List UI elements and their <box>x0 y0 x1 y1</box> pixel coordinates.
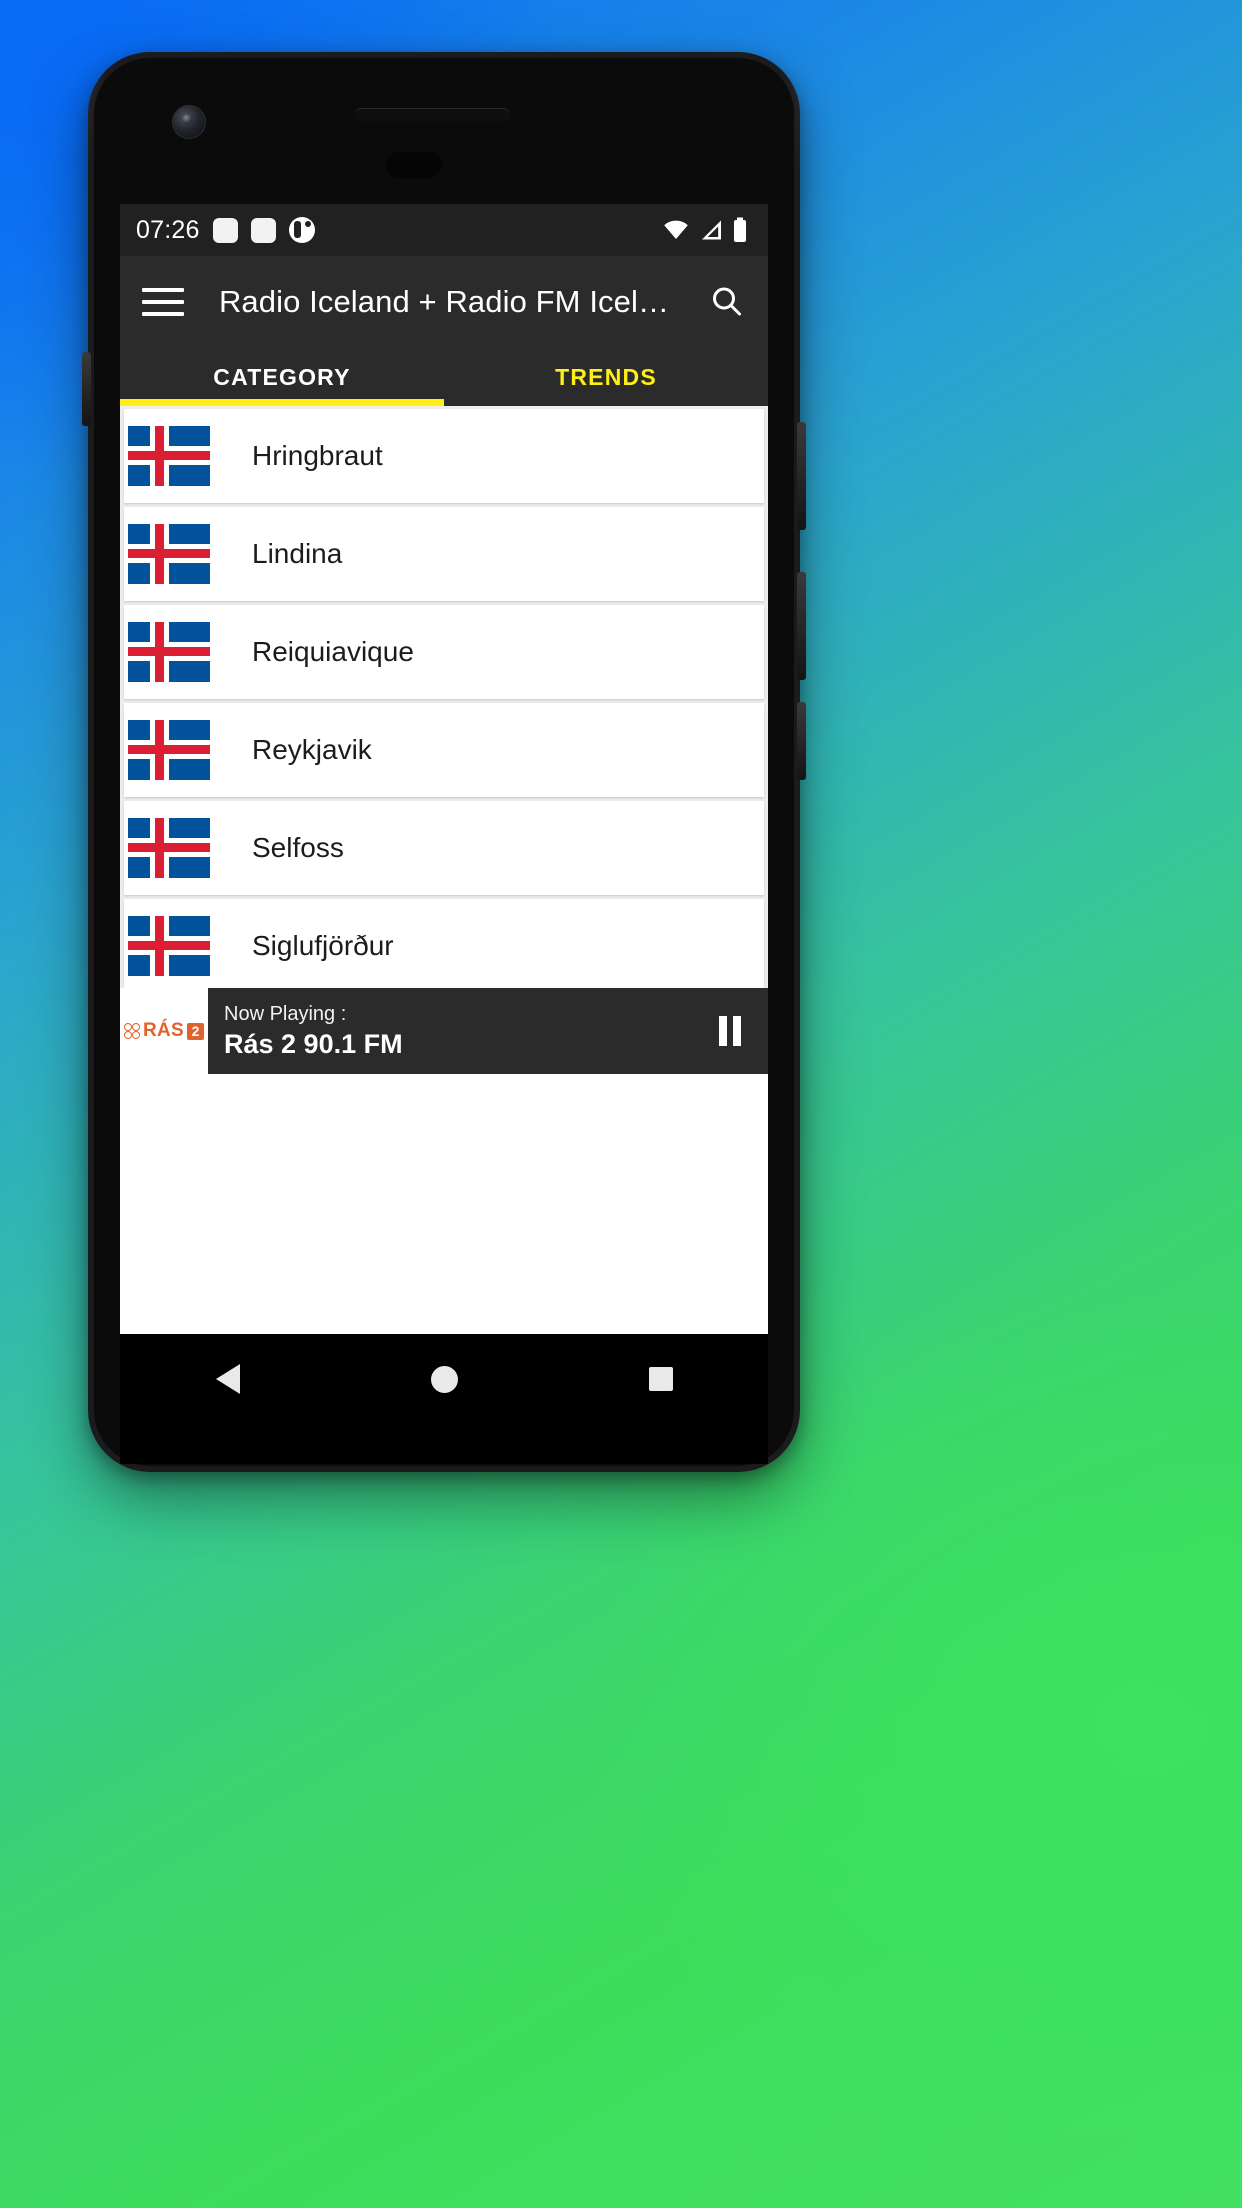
iceland-flag-icon <box>128 622 210 682</box>
status-bar: 07:26 <box>120 204 768 256</box>
volume-down-button[interactable] <box>797 702 806 780</box>
ras-flower-icon <box>123 1023 140 1039</box>
status-clock: 07:26 <box>136 215 200 244</box>
iceland-flag-icon <box>128 524 210 584</box>
now-playing-info: Now Playing : Rás 2 90.1 FM <box>208 988 692 1074</box>
station-list[interactable]: Hringbraut Lindina Reiquiavique Reykjavi… <box>120 406 768 988</box>
phone-device: 07:26 Radio Iceland + Radio FM Icel… CAT… <box>82 52 806 1472</box>
list-item[interactable]: Hringbraut <box>124 409 764 503</box>
iceland-flag-icon <box>128 818 210 878</box>
pause-icon[interactable] <box>692 988 768 1074</box>
iceland-flag-icon <box>128 426 210 486</box>
search-icon[interactable] <box>704 279 750 325</box>
cell-signal-icon <box>702 220 721 240</box>
iceland-flag-icon <box>128 916 210 976</box>
list-item[interactable]: Siglufjörður <box>124 899 764 988</box>
android-navigation-bar <box>120 1334 768 1424</box>
list-item[interactable]: Reiquiavique <box>124 605 764 699</box>
hamburger-menu-icon[interactable] <box>142 288 184 316</box>
home-circle-icon[interactable] <box>430 1365 458 1393</box>
app-bar: Radio Iceland + Radio FM Icel… <box>120 256 768 348</box>
list-item-label: Lindina <box>252 538 343 569</box>
now-playing-title: Rás 2 90.1 FM <box>224 1028 403 1059</box>
back-triangle-icon[interactable] <box>215 1364 240 1394</box>
screenshot-stage: 07:26 Radio Iceland + Radio FM Icel… CAT… <box>0 0 1242 2208</box>
app-notification-icon <box>250 217 276 243</box>
tab-trends[interactable]: TRENDS <box>444 348 768 406</box>
battery-icon <box>734 217 746 242</box>
list-item-label: Siglufjörður <box>252 930 394 961</box>
station-logo-text: RÁS <box>142 1020 184 1041</box>
app-notification-icon <box>288 217 315 243</box>
phone-screen: 07:26 Radio Iceland + Radio FM Icel… CAT… <box>120 204 768 1334</box>
list-item[interactable]: Reykjavik <box>124 703 764 797</box>
wifi-icon <box>664 220 688 239</box>
list-item-label: Selfoss <box>252 832 344 863</box>
front-camera-icon <box>172 105 206 139</box>
list-item-label: Hringbraut <box>252 440 383 471</box>
iceland-flag-icon <box>128 720 210 780</box>
station-logo: RÁS 2 <box>120 988 208 1074</box>
earpiece-speaker <box>355 108 510 121</box>
list-item-label: Reiquiavique <box>252 636 414 667</box>
status-bar-right <box>662 217 748 243</box>
recents-square-icon[interactable] <box>648 1367 673 1391</box>
status-bar-left: 07:26 <box>136 216 315 245</box>
tab-bar: CATEGORY TRENDS <box>120 348 768 406</box>
page-title: Radio Iceland + Radio FM Icel… <box>218 284 670 319</box>
power-button[interactable] <box>797 422 806 530</box>
list-item[interactable]: Lindina <box>124 507 764 601</box>
list-item[interactable]: Selfoss <box>124 801 764 895</box>
volume-button[interactable] <box>82 352 91 426</box>
list-item-label: Reykjavik <box>252 734 372 765</box>
station-logo-badge: 2 <box>187 1022 204 1040</box>
tab-active-indicator <box>120 399 444 406</box>
volume-up-button[interactable] <box>797 572 806 680</box>
search-glyph <box>713 287 741 316</box>
now-playing-label: Now Playing : <box>224 1002 347 1025</box>
tab-category[interactable]: CATEGORY <box>120 348 444 406</box>
front-sensor <box>386 152 442 178</box>
app-notification-icon <box>212 217 238 243</box>
now-playing-bar: RÁS 2 Now Playing : Rás 2 90.1 FM <box>120 988 768 1074</box>
